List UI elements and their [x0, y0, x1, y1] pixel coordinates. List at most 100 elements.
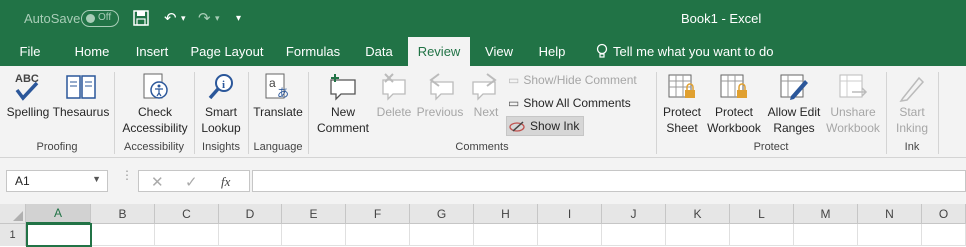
unshare-workbook-button[interactable]: Unshare Workbook — [824, 70, 882, 136]
drag-handle-icon[interactable]: ⋮ — [121, 169, 133, 181]
tab-formulas[interactable]: Formulas — [278, 36, 348, 66]
tab-review[interactable]: Review — [408, 37, 470, 66]
undo-dropdown-icon[interactable]: ▾ — [181, 0, 186, 36]
column-header[interactable]: I — [538, 204, 602, 224]
next-label: Next — [473, 105, 499, 119]
show-hide-comment-button[interactable]: ▭ Show/Hide Comment — [508, 70, 637, 90]
smart-label-line1: Smart — [204, 105, 237, 119]
toggle-knob — [86, 14, 95, 23]
unshare-line1: Unshare — [830, 105, 876, 119]
next-comment-icon — [469, 70, 503, 104]
delete-comment-button[interactable]: Delete — [374, 70, 414, 120]
protect-workbook-button[interactable]: Protect Workbook — [704, 70, 764, 136]
row-header[interactable]: 1 — [0, 224, 26, 246]
column-header[interactable]: K — [666, 204, 730, 224]
protect-workbook-line1: Protect — [714, 105, 753, 119]
cell[interactable] — [410, 224, 474, 246]
previous-comment-icon — [423, 70, 457, 104]
cell[interactable] — [91, 224, 155, 246]
group-language: Language — [253, 141, 303, 153]
cell[interactable] — [219, 224, 282, 246]
tab-help[interactable]: Help — [530, 36, 574, 66]
spelling-icon: ABC — [11, 70, 45, 104]
enter-icon[interactable]: ✓ — [185, 173, 198, 191]
check-accessibility-button[interactable]: Check Accessibility — [118, 70, 192, 136]
redo-dropdown-icon[interactable]: ▾ — [215, 0, 220, 36]
tell-me-text: Tell me what you want to do — [613, 43, 774, 59]
undo-icon[interactable]: ↶ — [164, 0, 177, 36]
cell[interactable] — [602, 224, 666, 246]
translate-button[interactable]: aあ Translate — [250, 70, 306, 120]
show-all-comments-button[interactable]: ▭ Show All Comments — [508, 93, 631, 113]
tab-file[interactable]: File — [8, 36, 52, 66]
column-header[interactable]: B — [91, 204, 155, 224]
lightbulb-icon — [596, 43, 608, 58]
formula-controls: ✕ ✓ fx — [138, 170, 250, 192]
formula-bar: A1 ▼ ⋮ ✕ ✓ fx — [0, 158, 966, 204]
title-bar: AutoSave Off ↶ ▾ ↷ ▾ ▾ Book1 - Excel — [0, 0, 966, 36]
new-comment-button[interactable]: New Comment — [312, 70, 374, 136]
unshare-workbook-icon — [836, 70, 870, 104]
group-comments: Comments — [455, 141, 509, 153]
cell[interactable] — [794, 224, 858, 246]
cell[interactable] — [155, 224, 219, 246]
cell[interactable] — [922, 224, 966, 246]
cell[interactable] — [474, 224, 538, 246]
column-header[interactable]: C — [155, 204, 219, 224]
column-header[interactable]: L — [730, 204, 794, 224]
column-header[interactable]: F — [346, 204, 410, 224]
insert-function-icon[interactable]: fx — [221, 174, 230, 190]
redo-icon[interactable]: ↷ — [198, 0, 211, 36]
autosave-toggle[interactable]: Off — [81, 10, 119, 27]
tell-me-box[interactable]: Tell me what you want to do — [595, 36, 773, 66]
show-ink-button[interactable]: Show Ink — [506, 116, 585, 136]
tab-home[interactable]: Home — [64, 36, 120, 66]
smart-lookup-button[interactable]: i Smart Lookup — [196, 70, 246, 136]
start-inking-line2: Inking — [895, 121, 929, 135]
protect-sheet-button[interactable]: Protect Sheet — [660, 70, 704, 136]
translate-icon: aあ — [261, 70, 295, 104]
name-box-value: A1 — [15, 174, 30, 188]
new-comment-icon — [326, 70, 360, 104]
tab-insert[interactable]: Insert — [126, 36, 178, 66]
column-header[interactable]: N — [858, 204, 922, 224]
spelling-button[interactable]: ABC Spelling — [6, 70, 50, 120]
column-header[interactable]: G — [410, 204, 474, 224]
select-all-corner[interactable] — [0, 204, 26, 224]
cell[interactable] — [538, 224, 602, 246]
allow-edit-line1: Allow Edit — [767, 105, 821, 119]
cell[interactable] — [346, 224, 410, 246]
thesaurus-button[interactable]: Thesaurus — [52, 70, 110, 120]
tab-data[interactable]: Data — [356, 36, 402, 66]
spelling-label: Spelling — [6, 105, 50, 119]
customize-qat-icon[interactable]: ▾ — [236, 0, 241, 36]
save-icon[interactable] — [133, 0, 149, 36]
next-comment-button[interactable]: Next — [466, 70, 506, 120]
start-inking-button[interactable]: Start Inking — [888, 70, 936, 136]
cell[interactable] — [730, 224, 794, 246]
column-header[interactable]: A — [26, 204, 91, 224]
accessibility-icon — [138, 70, 172, 104]
group-insights: Insights — [202, 141, 240, 153]
cancel-icon[interactable]: ✕ — [151, 173, 164, 191]
column-header[interactable]: M — [794, 204, 858, 224]
column-header[interactable]: H — [474, 204, 538, 224]
cell[interactable] — [858, 224, 922, 246]
column-header[interactable]: O — [922, 204, 966, 224]
formula-input[interactable] — [252, 170, 966, 192]
tab-page-layout[interactable]: Page Layout — [186, 36, 268, 66]
previous-comment-button[interactable]: Previous — [414, 70, 466, 120]
protect-sheet-icon — [665, 70, 699, 104]
cell[interactable] — [666, 224, 730, 246]
allow-edit-ranges-button[interactable]: Allow Edit Ranges — [764, 70, 824, 136]
cell[interactable] — [282, 224, 346, 246]
tab-view[interactable]: View — [476, 36, 522, 66]
column-header[interactable]: D — [219, 204, 282, 224]
protect-workbook-line2: Workbook — [707, 121, 761, 135]
column-header[interactable]: E — [282, 204, 346, 224]
autosave-label: AutoSave — [24, 10, 81, 26]
pen-icon — [895, 70, 929, 104]
name-box[interactable]: A1 ▼ — [6, 170, 108, 192]
column-header[interactable]: J — [602, 204, 666, 224]
chevron-down-icon[interactable]: ▼ — [92, 174, 101, 184]
